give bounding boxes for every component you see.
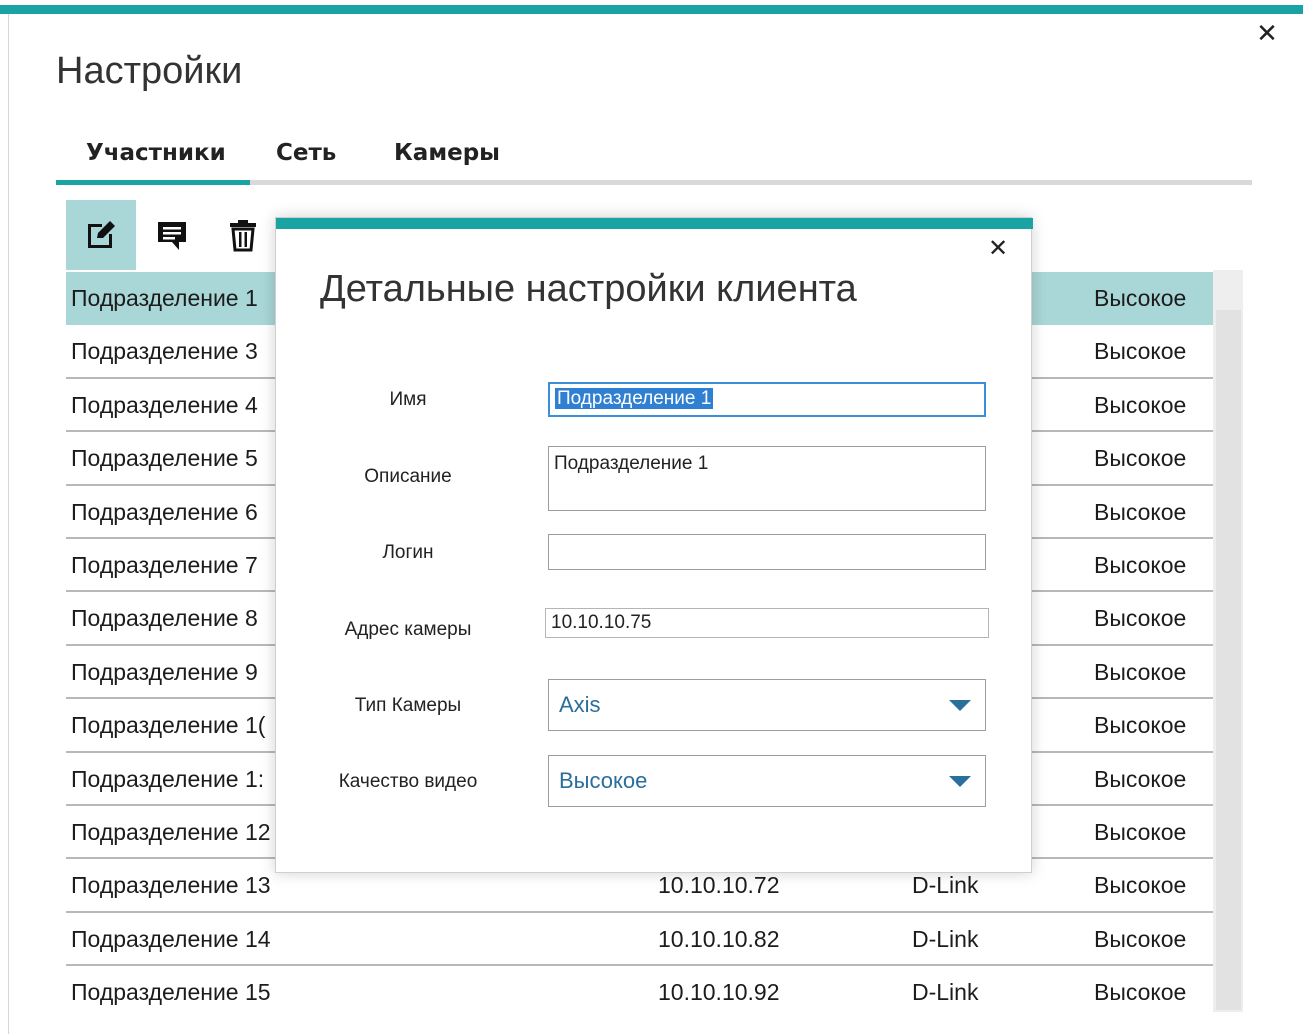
row-name: Подразделение 1:	[71, 765, 265, 792]
edit-icon	[88, 221, 115, 248]
description-field[interactable]: Подразделение 1	[548, 446, 986, 511]
comment-icon	[158, 222, 186, 250]
chevron-down-icon	[949, 700, 971, 711]
video-quality-label: Качество видео	[338, 771, 478, 792]
camera-type-label: Тип Камеры	[354, 695, 462, 716]
name-field-value: Подразделение 1	[555, 388, 714, 409]
window-border	[8, 14, 9, 1034]
client-settings-dialog: ✕ Детальные настройки клиента Имя Подраз…	[275, 217, 1033, 873]
comment-button[interactable]	[137, 200, 207, 270]
tab-cameras[interactable]: Камеры	[394, 140, 500, 170]
table-row[interactable]: Подразделение 14 10.10.10.82 D-Link Высо…	[66, 913, 1213, 967]
row-ip: 10.10.10.82	[658, 925, 780, 952]
row-name: Подразделение 6	[71, 498, 258, 525]
row-name: Подразделение 1	[71, 285, 258, 311]
camera-address-label: Адрес камеры	[344, 619, 472, 640]
close-dialog-button[interactable]: ✕	[984, 234, 1012, 262]
dialog-title: Детальные настройки клиента	[320, 268, 857, 310]
edit-button[interactable]	[66, 200, 136, 270]
row-ip: 10.10.10.92	[658, 979, 780, 1006]
description-label: Описание	[364, 466, 452, 487]
row-name: Подразделение 7	[71, 551, 258, 578]
video-quality-value: Высокое	[559, 768, 648, 793]
name-field[interactable]: Подразделение 1	[548, 382, 986, 417]
dialog-accent-bar	[276, 218, 1033, 229]
row-quality: Высокое	[1094, 605, 1187, 632]
camera-type-value: Axis	[559, 692, 601, 717]
camera-type-select[interactable]: Axis	[548, 679, 986, 731]
row-name: Подразделение 14	[71, 925, 271, 952]
chevron-down-icon	[949, 776, 971, 787]
row-name: Подразделение 3	[71, 338, 258, 365]
row-quality: Высокое	[1094, 925, 1187, 952]
window-accent-bar	[0, 5, 1303, 14]
row-name: Подразделение 1(	[71, 712, 266, 739]
table-scrollbar-thumb[interactable]	[1216, 310, 1241, 1010]
tab-network[interactable]: Сеть	[276, 140, 336, 170]
tab-active-indicator	[56, 180, 250, 185]
row-quality: Высокое	[1094, 285, 1187, 311]
row-quality: Высокое	[1094, 712, 1187, 739]
row-camera-type: D-Link	[912, 925, 979, 952]
trash-icon	[230, 220, 256, 252]
row-quality: Высокое	[1094, 979, 1187, 1006]
row-quality: Высокое	[1094, 498, 1187, 525]
row-quality: Высокое	[1094, 765, 1187, 792]
login-field[interactable]	[548, 534, 986, 570]
row-quality: Высокое	[1094, 658, 1187, 685]
name-label: Имя	[389, 389, 427, 410]
row-quality: Высокое	[1094, 338, 1187, 365]
login-label: Логин	[382, 542, 434, 563]
video-quality-select[interactable]: Высокое	[548, 755, 986, 807]
tab-participants[interactable]: Участники	[86, 140, 226, 170]
tab-bar: Участники Сеть Камеры	[56, 140, 1252, 187]
delete-button[interactable]	[208, 200, 278, 270]
row-name: Подразделение 9	[71, 658, 258, 685]
row-quality: Высокое	[1094, 872, 1187, 899]
row-name: Подразделение 5	[71, 445, 258, 472]
table-row[interactable]: Подразделение 15 10.10.10.92 D-Link Высо…	[66, 966, 1213, 1019]
row-name: Подразделение 4	[71, 391, 258, 418]
row-quality: Высокое	[1094, 818, 1187, 845]
row-quality: Высокое	[1094, 445, 1187, 472]
close-window-button[interactable]: ✕	[1254, 20, 1280, 48]
row-quality: Высокое	[1094, 551, 1187, 578]
row-camera-type: D-Link	[912, 979, 979, 1006]
camera-address-field[interactable]: 10.10.10.75	[545, 608, 989, 638]
page-title: Настройки	[56, 50, 243, 92]
row-name: Подразделение 12	[71, 818, 271, 845]
row-name: Подразделение 13	[71, 872, 271, 899]
row-name: Подразделение 8	[71, 605, 258, 632]
row-name: Подразделение 15	[71, 979, 271, 1006]
row-quality: Высокое	[1094, 391, 1187, 418]
